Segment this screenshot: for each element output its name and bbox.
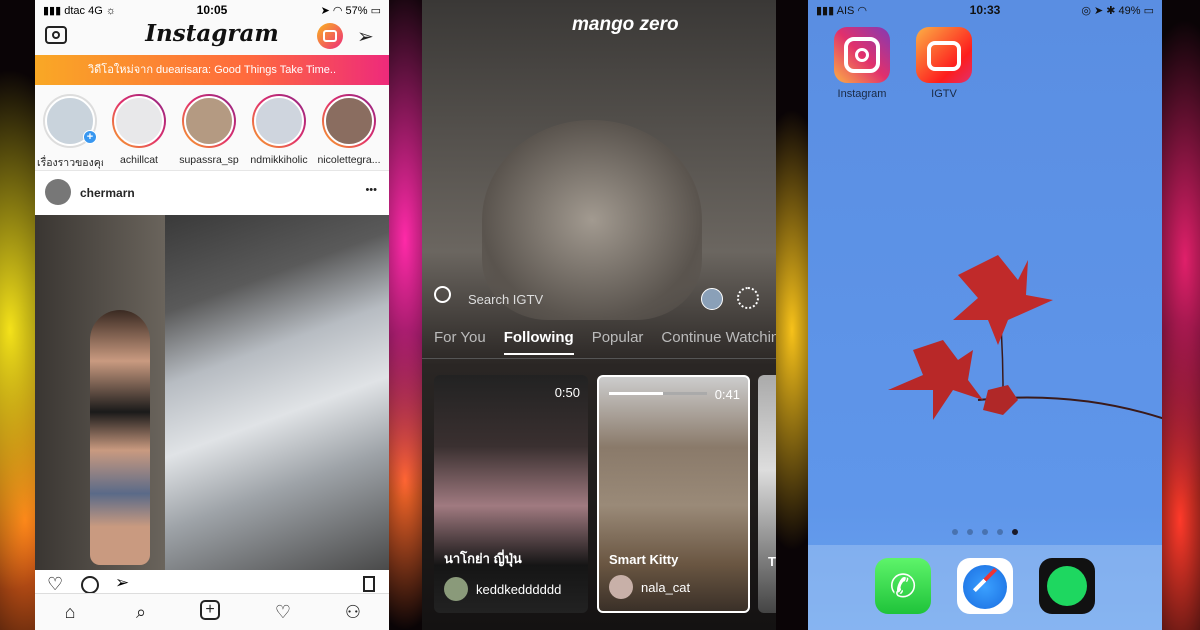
direct-message-icon[interactable]: ➢ xyxy=(357,24,374,49)
search-icon[interactable]: ⌕ xyxy=(129,600,153,624)
more-options-button[interactable]: ••• xyxy=(365,184,377,196)
video-title: T xyxy=(768,554,776,569)
cat-background-photo xyxy=(482,120,702,320)
video-author[interactable]: nala_cat xyxy=(609,575,690,599)
igtv-screen: mango zero Search IGTV For You Following… xyxy=(422,0,776,630)
search-igtv[interactable] xyxy=(434,286,456,308)
save-icon[interactable] xyxy=(363,576,375,592)
search-icon xyxy=(434,286,451,303)
spotify-icon[interactable] xyxy=(1039,558,1095,614)
avatar[interactable] xyxy=(45,179,71,205)
instagram-app-label: Instagram xyxy=(837,88,887,100)
new-post-icon[interactable]: + xyxy=(200,600,220,620)
time: 10:05 xyxy=(196,3,228,17)
video-card[interactable]: T xyxy=(758,375,776,613)
igtv-tabs: For You Following Popular Continue Watch… xyxy=(434,329,776,355)
post-username[interactable]: chermarn xyxy=(80,186,135,200)
video-duration: 0:50 xyxy=(554,385,580,400)
avatar xyxy=(609,575,633,599)
share-icon[interactable]: ➢ xyxy=(115,573,129,593)
home-screen: ▮▮▮ AIS ◠ 10:33 ◎ ➤ ✱ 49% ▭ Instagram IG… xyxy=(808,0,1162,630)
tab-continue-watching[interactable]: Continue Watching xyxy=(661,329,776,355)
video-title: Smart Kitty xyxy=(609,552,679,567)
profile-avatar[interactable] xyxy=(701,288,723,310)
tab-following[interactable]: Following xyxy=(503,329,574,355)
search-igtv-input[interactable]: Search IGTV xyxy=(468,292,543,307)
video-card-selected[interactable]: 0:41 Smart Kitty nala_cat xyxy=(597,375,750,613)
igtv-new-video-banner[interactable]: วิดีโอใหม่จาก duearisara: Good Things Ta… xyxy=(35,55,389,85)
igtv-app-label: IGTV xyxy=(931,88,957,100)
page-indicator[interactable] xyxy=(952,529,1018,535)
video-author[interactable]: keddkedddddd xyxy=(444,577,561,601)
tab-for-you[interactable]: For You xyxy=(434,329,486,355)
safari-icon[interactable] xyxy=(957,558,1013,614)
time: 10:33 xyxy=(969,3,1001,17)
instagram-feed-screen: ▮▮▮ dtac 4G ☼ 10:05 ➤ ◠ 57% ▭ Instagram … xyxy=(35,0,389,630)
activity-icon[interactable]: ♡ xyxy=(271,600,295,624)
story-item[interactable]: nicolettegra... xyxy=(316,94,382,166)
wallpaper-red-leaves xyxy=(888,255,1162,420)
video-progress xyxy=(609,392,707,395)
video-duration: 0:41 xyxy=(714,387,740,402)
post-actions: ♡ ➢ xyxy=(35,570,389,595)
phone-icon[interactable]: ✆ xyxy=(875,558,931,614)
mango-zero-watermark: mango zero xyxy=(572,14,679,35)
instagram-app-icon[interactable] xyxy=(834,27,890,83)
story-item[interactable]: ndmikkiholic xyxy=(246,94,312,166)
like-icon[interactable]: ♡ xyxy=(47,574,63,595)
settings-icon[interactable] xyxy=(737,287,759,309)
post-photo[interactable] xyxy=(35,215,389,570)
comment-icon[interactable] xyxy=(81,576,99,594)
igtv-icon xyxy=(323,30,337,42)
post-header: chermarn ••• xyxy=(35,170,389,215)
add-story-icon[interactable]: + xyxy=(83,130,97,144)
igtv-button[interactable] xyxy=(317,23,343,49)
video-card[interactable]: 0:50 นาโกย่า ญี่ปุ่น keddkedddddd xyxy=(434,375,588,613)
igtv-app-icon[interactable] xyxy=(916,27,972,83)
story-item[interactable]: เรื่องราวของคุณ+ xyxy=(37,94,103,171)
profile-icon[interactable]: ⚇ xyxy=(341,600,365,624)
story-item[interactable]: supassra_sp xyxy=(176,94,242,166)
avatar xyxy=(444,577,468,601)
home-icon[interactable]: ⌂ xyxy=(58,600,82,624)
video-title: นาโกย่า ญี่ปุ่น xyxy=(444,551,522,566)
status-bar: ▮▮▮ AIS ◠ 10:33 ◎ ➤ ✱ 49% ▭ xyxy=(808,0,1162,20)
tab-popular[interactable]: Popular xyxy=(592,329,644,355)
status-bar: ▮▮▮ dtac 4G ☼ 10:05 ➤ ◠ 57% ▭ xyxy=(35,0,389,20)
story-item[interactable]: achillcat xyxy=(106,94,172,166)
